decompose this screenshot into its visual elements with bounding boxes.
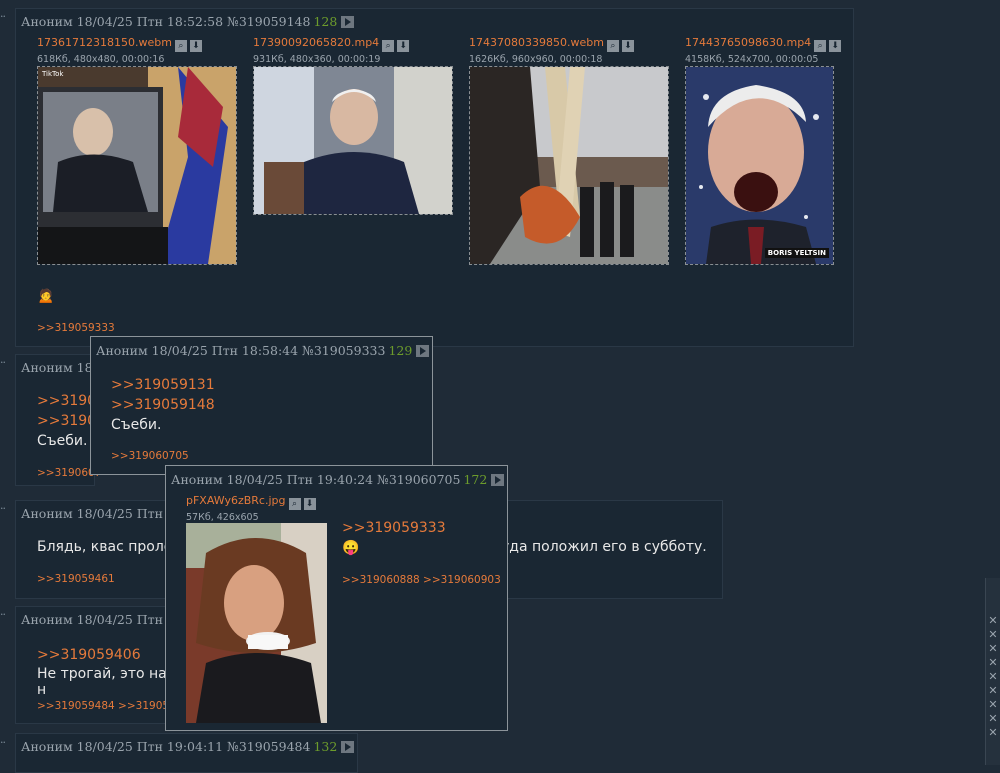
file-name-link[interactable]: 17390092065820.mp4 xyxy=(253,36,379,49)
post-count: 132 xyxy=(313,739,338,754)
file-name-link[interactable]: 17443765098630.mp4 xyxy=(685,36,811,49)
file-name-link[interactable]: 17437080339850.webm xyxy=(469,36,604,49)
search-icon[interactable]: ⌕ xyxy=(288,498,301,510)
post-header-text: Аноним 18/04/25 Птн 19:40:24 №319060705 xyxy=(171,472,461,487)
close-icon[interactable]: ✕ xyxy=(986,684,1000,698)
file-meta: 4158Кб, 524x700, 00:00:05 xyxy=(685,54,819,65)
play-icon[interactable] xyxy=(491,474,505,486)
reply-link[interactable]: >>319059333 xyxy=(37,322,115,334)
download-icon[interactable]: ⬇ xyxy=(189,40,202,52)
thumbnail-video-4[interactable]: BORIS YELTSIN xyxy=(685,66,834,265)
download-icon[interactable]: ⬇ xyxy=(829,40,842,52)
post-text: Блядь, квас пролез xyxy=(37,539,180,555)
post-dots: ·· xyxy=(0,502,6,515)
close-icon[interactable]: ✕ xyxy=(986,628,1000,642)
play-icon[interactable] xyxy=(341,16,355,28)
close-icon[interactable]: ✕ xyxy=(986,670,1000,684)
search-icon[interactable]: ⌕ xyxy=(174,40,187,52)
quote-link[interactable]: >>319059406 xyxy=(37,647,141,663)
file-name-link[interactable]: 17361712318150.webm xyxy=(37,36,172,49)
thread-nav-panel[interactable]: ✕ ✕ ✕ ✕ ✕ ✕ ✕ ✕ ✕ xyxy=(985,578,1000,765)
quote-link[interactable]: >>319059131 xyxy=(111,377,215,393)
download-icon[interactable]: ⬇ xyxy=(303,498,316,510)
play-icon[interactable] xyxy=(341,741,355,753)
file-info: 17443765098630.mp4 ⌕ ⬇ 4158Кб, 524x700, 00… xyxy=(685,35,842,65)
download-icon[interactable]: ⬇ xyxy=(621,40,634,52)
reply-links[interactable]: >>319059484 >>3190595 xyxy=(37,700,182,712)
close-icon[interactable]: ✕ xyxy=(986,614,1000,628)
reply-link[interactable]: >>319060705 xyxy=(111,450,189,462)
post-319059333: Аноним 18/ >>31905 >>31905 Съеби. >>3190… xyxy=(15,354,105,486)
caption-text: BORIS YELTSIN xyxy=(764,248,829,258)
close-icon[interactable]: ✕ xyxy=(986,642,1000,656)
search-icon[interactable]: ⌕ xyxy=(814,40,827,52)
post-319059461: Аноним 18/04/25 Птн 1 >>319059406 Не тро… xyxy=(15,606,182,724)
post-dots: ·· xyxy=(0,736,6,749)
thumbnail-image[interactable] xyxy=(186,523,327,723)
watermark-text: TikTok xyxy=(42,70,64,78)
post-header: Аноним 18/04/25 Птн 19:40:24 №319060705 1… xyxy=(171,472,505,487)
post-header-text: Аноним 18/04/25 Птн 19:04:11 №319059484 xyxy=(21,739,311,754)
post-header-text: Аноним 18/04/25 Птн 1 xyxy=(21,506,175,521)
file-name-link[interactable]: pFXAWy6zBRc.jpg xyxy=(186,494,286,507)
post-count: 129 xyxy=(388,343,413,358)
post-header-text: Аноним 18/04/25 Птн 18:58:44 №319059333 xyxy=(96,343,386,358)
post-preview-popup-319059333: Аноним 18/04/25 Птн 18:58:44 №319059333 1… xyxy=(90,336,433,475)
file-meta: 618Кб, 480x480, 00:00:16 xyxy=(37,54,165,65)
file-meta: 931Кб, 480x360, 00:00:19 xyxy=(253,54,381,65)
post-header-text: Аноним 18/04/25 Птн 1 xyxy=(21,612,175,627)
close-icon[interactable]: ✕ xyxy=(986,656,1000,670)
post-header-text: Аноним 18/ xyxy=(21,360,97,375)
play-icon[interactable] xyxy=(416,345,430,357)
file-meta: 57Кб, 426x605 xyxy=(186,512,259,523)
post-count: 128 xyxy=(313,14,338,29)
post-319059148: Аноним 18/04/25 Птн 18:52:58 №319059148 1… xyxy=(15,8,854,347)
emoji: 🙍 xyxy=(37,288,55,304)
file-info: pFXAWy6zBRc.jpg ⌕ ⬇ 57Кб, 426x605 xyxy=(186,493,316,523)
thumbnail-video-2[interactable] xyxy=(253,66,453,215)
close-icon[interactable]: ✕ xyxy=(986,712,1000,726)
post-text: Не трогай, это на н xyxy=(37,666,167,698)
post-text: Съеби. xyxy=(111,417,162,433)
close-icon[interactable]: ✕ xyxy=(986,726,1000,740)
post-preview-popup-319060705: Аноним 18/04/25 Птн 19:40:24 №319060705 1… xyxy=(165,465,508,731)
post-count: 172 xyxy=(463,472,488,487)
post-header: Аноним 18/04/25 Птн 18:52:58 №319059148 1… xyxy=(21,14,355,29)
reply-links[interactable]: >>319060888 >>319060903 xyxy=(342,574,501,586)
reply-link[interactable]: >>319059461 xyxy=(37,573,115,585)
post-text: Съеби. xyxy=(37,433,88,449)
post-header: Аноним 18/04/25 Птн 18:58:44 №319059333 1… xyxy=(96,343,430,358)
post-text: уда положил его в субботу. xyxy=(501,539,707,555)
quote-link[interactable]: >>319059148 xyxy=(111,397,215,413)
emoji: 😛 xyxy=(342,540,360,556)
post-dots: ·· xyxy=(0,356,6,369)
post-header-text: Аноним 18/04/25 Птн 18:52:58 №319059148 xyxy=(21,14,311,29)
post-319059484: Аноним 18/04/25 Птн 19:04:11 №319059484 1… xyxy=(15,733,358,773)
post-header: Аноним 18/04/25 Птн 19:04:11 №319059484 1… xyxy=(21,739,355,754)
thumbnail-video-1[interactable]: TikTok xyxy=(37,66,237,265)
post-dots: ·· xyxy=(0,608,6,621)
file-info: 17390092065820.mp4 ⌕ ⬇ 931Кб, 480x360, 00:… xyxy=(253,35,410,65)
file-info: 17361712318150.webm ⌕ ⬇ 618Кб, 480x480, 00… xyxy=(37,35,202,65)
search-icon[interactable]: ⌕ xyxy=(382,40,395,52)
file-info: 17437080339850.webm ⌕ ⬇ 1626Кб, 960x960, 0… xyxy=(469,35,634,65)
thumbnail-video-3[interactable] xyxy=(469,66,669,265)
quote-link[interactable]: >>319059333 xyxy=(342,520,446,536)
search-icon[interactable]: ⌕ xyxy=(606,40,619,52)
file-meta: 1626Кб, 960x960, 00:00:18 xyxy=(469,54,603,65)
download-icon[interactable]: ⬇ xyxy=(397,40,410,52)
post-dots: ·· xyxy=(0,10,6,23)
close-icon[interactable]: ✕ xyxy=(986,698,1000,712)
